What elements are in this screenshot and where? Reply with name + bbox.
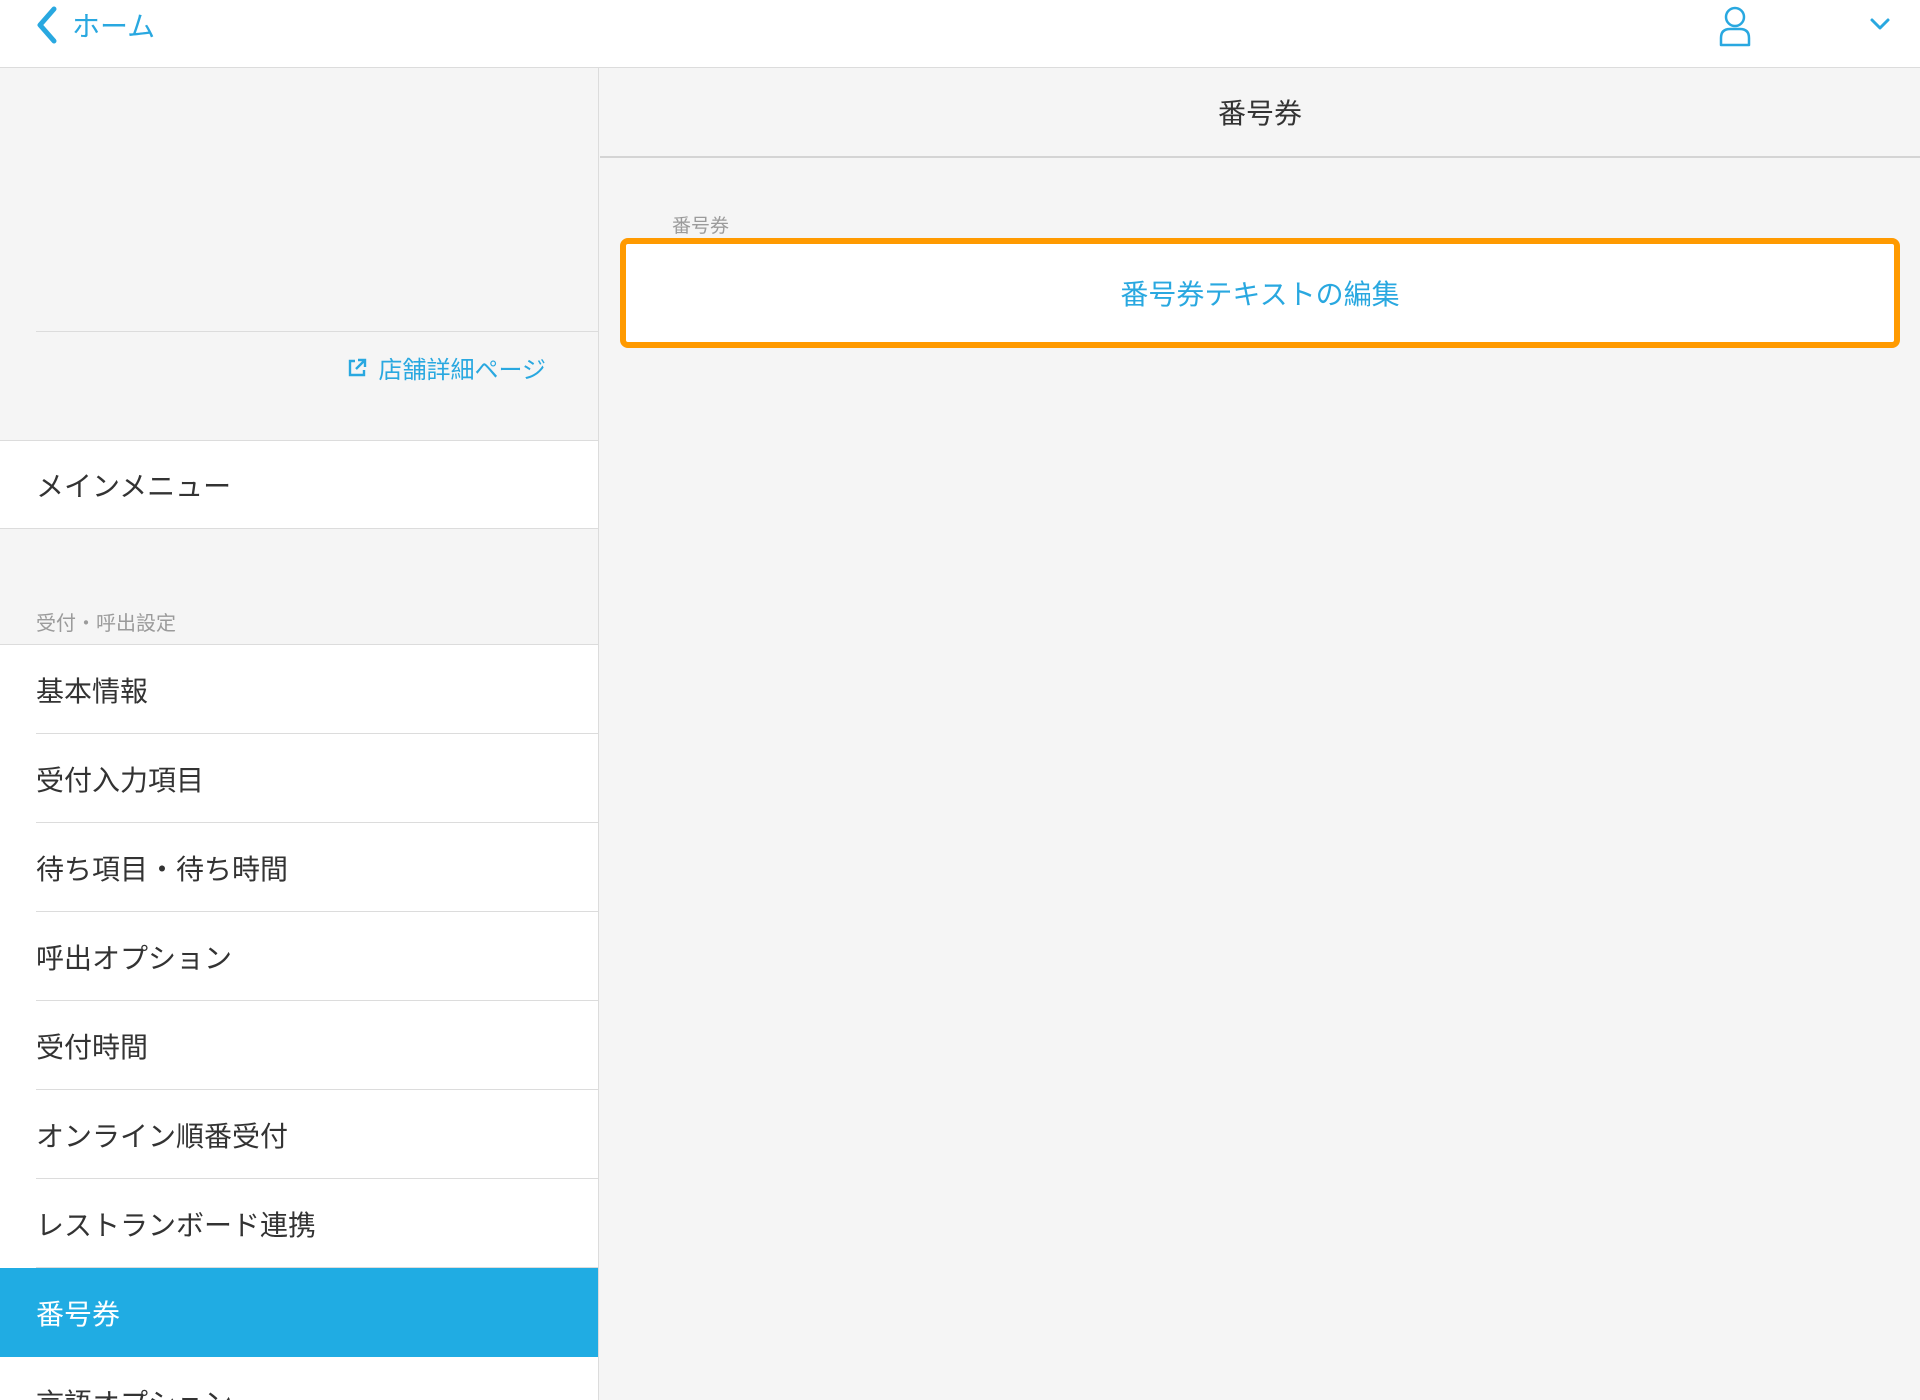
sidebar-item-online-reception[interactable]: オンライン順番受付 (0, 1090, 598, 1179)
sidebar-item-label: 呼出オプション (36, 941, 233, 975)
top-bar: ホーム (0, 0, 1920, 68)
sidebar-item-reception-hours[interactable]: 受付時間 (0, 1001, 598, 1090)
back-label: ホーム (72, 10, 156, 43)
group-label: 番号券 (672, 215, 730, 237)
main-menu-item[interactable]: メインメニュー (0, 440, 598, 529)
shop-info-area: 店舗詳細ページ (0, 68, 598, 440)
shop-detail-link[interactable]: 店舗詳細ページ (346, 350, 546, 385)
sidebar-item-label: 受付時間 (36, 1030, 149, 1064)
sidebar-item-call-options[interactable]: 呼出オプション (0, 912, 598, 1001)
sidebar-item-label: レストランボード連携 (36, 1208, 317, 1242)
divider (36, 331, 598, 332)
sidebar-item-label: 言語オプション (36, 1382, 232, 1400)
sidebar-item-label: オンライン順番受付 (36, 1119, 289, 1153)
shop-detail-link-label: 店舗詳細ページ (378, 356, 546, 384)
user-icon[interactable] (1718, 4, 1752, 48)
main-content: 番号券 番号券 番号券テキストの編集 (600, 68, 1920, 1400)
sidebar-item-restaurant-board[interactable]: レストランボード連携 (0, 1179, 598, 1268)
main-menu-label: メインメニュー (36, 469, 232, 503)
sidebar-item-label: 基本情報 (36, 674, 149, 708)
settings-menu: 基本情報 受付入力項目 待ち項目・待ち時間 呼出オプション 受付時間 オンライン… (0, 645, 598, 1400)
sidebar-item-number-ticket[interactable]: 番号券 (0, 1268, 598, 1357)
highlight-outline: 番号券テキストの編集 (620, 238, 1900, 348)
sidebar-item-basic-info[interactable]: 基本情報 (0, 645, 598, 734)
page-title: 番号券 (600, 68, 1920, 158)
edit-ticket-text-label: 番号券テキストの編集 (1120, 278, 1400, 311)
chevron-down-icon[interactable] (1866, 12, 1894, 36)
sidebar-item-language-options[interactable]: 言語オプション (0, 1357, 598, 1400)
sidebar-item-label: 番号券 (36, 1297, 121, 1331)
sidebar-item-label: 待ち項目・待ち時間 (36, 852, 289, 886)
chevron-left-icon (37, 6, 57, 44)
edit-ticket-text-button[interactable]: 番号券テキストの編集 (632, 250, 1888, 336)
sidebar-item-label: 受付入力項目 (36, 763, 205, 797)
sidebar-item-reception-fields[interactable]: 受付入力項目 (0, 734, 598, 823)
sidebar: 店舗詳細ページ メインメニュー 受付・呼出設定 基本情報 受付入力項目 待ち項目… (0, 68, 599, 1400)
back-button[interactable]: ホーム (34, 0, 155, 50)
external-link-icon (349, 358, 367, 376)
section-header: 受付・呼出設定 (0, 529, 598, 645)
sidebar-item-wait-items[interactable]: 待ち項目・待ち時間 (0, 823, 598, 912)
